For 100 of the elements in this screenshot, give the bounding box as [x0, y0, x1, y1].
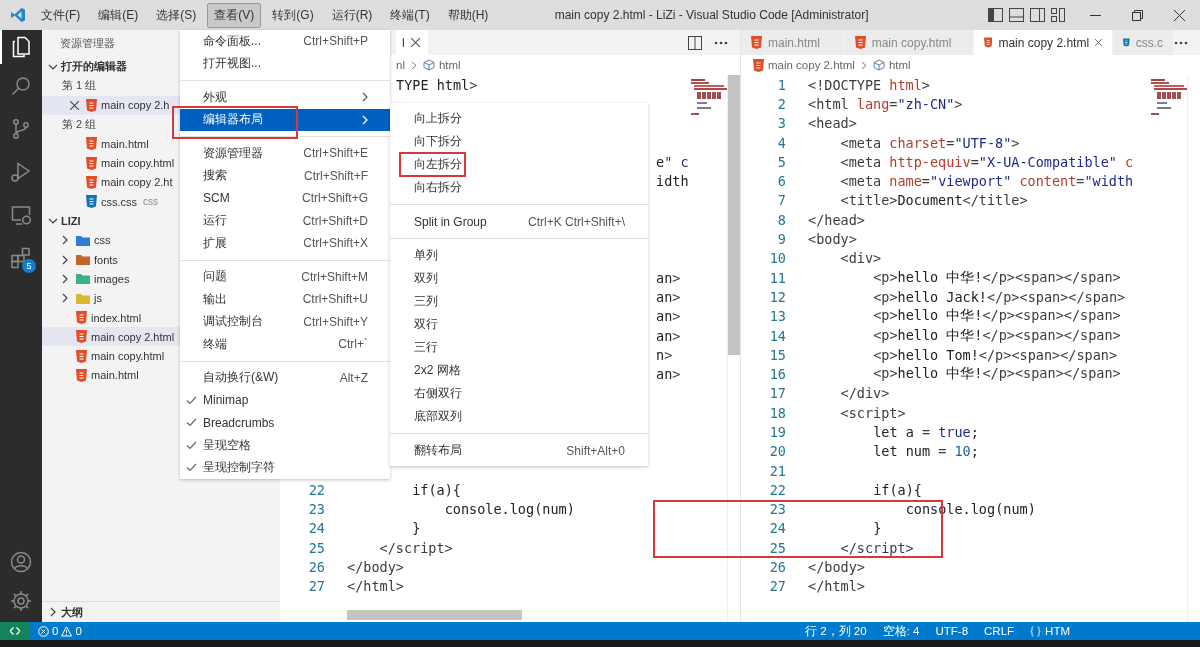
menu-item[interactable]: 运行 Ctrl+Shift+D — [180, 209, 390, 232]
status-item[interactable]: 空格: 4 — [882, 623, 920, 639]
code-line: an> — [656, 288, 681, 305]
menu-item[interactable]: 右侧双行 — [390, 382, 648, 405]
code-line: <p>hello 中华!</p><span></span> — [872, 268, 1121, 287]
line-number: 4 — [777, 134, 786, 151]
menu-item[interactable]: Split in Group Ctrl+K Ctrl+Shift+\ — [390, 210, 648, 233]
keyboard-shortcut: Ctrl+Shift+E — [303, 146, 368, 161]
menu-bar-item[interactable]: 终端(T) — [383, 2, 437, 28]
menu-item[interactable]: 搜索 Ctrl+Shift+F — [180, 164, 390, 187]
account-icon[interactable] — [9, 550, 33, 574]
split-layout-icon[interactable] — [1030, 8, 1045, 22]
menu-item[interactable]: 三行 — [390, 336, 648, 359]
menu-item[interactable]: 2x2 网格 — [390, 359, 648, 382]
badge: 5 — [22, 259, 36, 273]
html-file-icon — [76, 368, 87, 382]
line-number: 27 — [769, 578, 786, 595]
sidebar-toggle-icon[interactable] — [988, 8, 1003, 22]
code-line: an> — [656, 308, 681, 325]
css-file-icon — [86, 195, 97, 209]
status-item[interactable]: UTF-8 — [935, 625, 969, 637]
html-file-icon — [76, 349, 87, 363]
line-number: 22 — [769, 481, 786, 498]
menu-item[interactable]: 向上拆分 — [390, 107, 648, 130]
close-icon[interactable] — [410, 38, 420, 47]
status-item[interactable]: HTM — [1045, 625, 1070, 637]
more-icon[interactable] — [1174, 40, 1188, 45]
keyboard-shortcut: Ctrl+Shift+D — [302, 213, 368, 228]
more-icon[interactable] — [714, 40, 728, 45]
menu-item[interactable]: Breadcrumbs — [180, 411, 390, 434]
menu-item[interactable]: 编辑器布局 — [180, 108, 390, 131]
menu-item[interactable]: 命令面板... Ctrl+Shift+P — [180, 30, 390, 53]
activity-bar-item[interactable]: 5 — [0, 236, 42, 279]
menu-item[interactable]: 向右拆分 — [390, 176, 648, 199]
layout-grid-icon[interactable] — [1051, 8, 1066, 22]
menu-bar-item[interactable]: 编辑(E) — [91, 2, 146, 28]
code-line: } — [411, 520, 421, 537]
menu-item[interactable]: 资源管理器 Ctrl+Shift+E — [180, 142, 390, 165]
close-icon[interactable] — [69, 100, 79, 110]
menu-bar-item[interactable]: 帮助(H) — [440, 2, 496, 28]
line-number: 16 — [769, 366, 786, 383]
menu-item[interactable]: 单列 — [390, 244, 648, 267]
menu-item[interactable]: SCM Ctrl+Shift+G — [180, 187, 390, 210]
editor-tab[interactable]: l — [396, 30, 429, 55]
menu-item[interactable]: 打开视图... — [180, 52, 390, 75]
menu-item[interactable]: 向左拆分 — [390, 153, 648, 176]
code-line: <meta http-equiv="X-UA-Compatible" c — [839, 153, 1134, 170]
editor-tab[interactable]: main copy 2.html — [974, 30, 1113, 55]
remote-button[interactable] — [0, 622, 30, 640]
code-line: <meta name="viewport" content="width — [839, 173, 1134, 190]
panel-toggle-icon[interactable] — [1009, 8, 1024, 22]
menu-item[interactable]: 输出 Ctrl+Shift+U — [180, 288, 390, 311]
scrollbar-thumb[interactable] — [347, 610, 522, 620]
line-number: 8 — [777, 211, 786, 228]
menu-item[interactable]: 双列 — [390, 267, 648, 290]
code-line: </script> — [378, 539, 453, 556]
code-line: <html lang="zh-CN"> — [808, 95, 963, 112]
menu-bar-item[interactable]: 文件(F) — [34, 2, 88, 28]
close-icon[interactable] — [1095, 38, 1102, 47]
status-item[interactable]: CRLF — [984, 625, 1015, 637]
html-file-icon — [76, 311, 87, 324]
menu-item[interactable]: Minimap — [180, 389, 390, 412]
status-item[interactable]: 行 2，列 20 — [805, 623, 867, 639]
keyboard-shortcut: Ctrl+Shift+X — [303, 236, 368, 251]
line-number: 26 — [769, 559, 786, 576]
menu-item[interactable]: 三列 — [390, 290, 648, 313]
error-count[interactable]: 0 — [52, 625, 59, 637]
code-line: </script> — [839, 539, 914, 556]
split-editor-icon[interactable] — [688, 35, 702, 50]
menu-item[interactable]: 呈现控制字符 — [180, 456, 390, 479]
folder-hint: css — [143, 196, 159, 208]
menu-bar-item[interactable]: 查看(V) — [207, 2, 262, 28]
menu-item[interactable]: 双行 — [390, 313, 648, 336]
code-line: let a = true; — [872, 424, 979, 440]
menu-item[interactable]: 底部双列 — [390, 405, 648, 428]
line-number: 1 — [777, 76, 786, 93]
code-line: </html> — [808, 578, 865, 595]
warning-count[interactable]: 0 — [75, 625, 82, 637]
menu-item[interactable]: 呈现空格 — [180, 434, 390, 457]
menu-item[interactable]: 翻转布局 Shift+Alt+0 — [390, 439, 648, 462]
code-line: console.log(num) — [443, 501, 575, 518]
group-label: 第 1 组 — [62, 78, 97, 94]
code-line: <!DOCTYPE html> — [808, 76, 930, 93]
settings-icon[interactable] — [9, 588, 33, 613]
line-number: 13 — [769, 308, 786, 325]
chevron-right-icon — [362, 114, 368, 125]
chevron-down-icon — [48, 216, 58, 226]
menu-bar-item[interactable]: 转到(G) — [265, 2, 321, 28]
code-line: </head> — [808, 211, 865, 228]
menu-item[interactable]: 自动换行(&W) Alt+Z — [180, 366, 390, 389]
breadcrumb-item[interactable]: html — [888, 59, 911, 71]
breadcrumb-item[interactable]: html — [438, 59, 461, 71]
menu-bar-item[interactable]: 选择(S) — [149, 2, 204, 28]
scrollbar-thumb[interactable] — [728, 75, 740, 355]
line-number: 20 — [769, 443, 786, 460]
line-number: 14 — [769, 327, 786, 344]
menu-bar-item[interactable]: 运行(R) — [324, 2, 380, 28]
breadcrumb-item[interactable]: main copy 2.html — [768, 59, 855, 71]
breadcrumb-item[interactable]: nl — [396, 59, 405, 71]
menu-item[interactable]: 向下拆分 — [390, 130, 648, 153]
